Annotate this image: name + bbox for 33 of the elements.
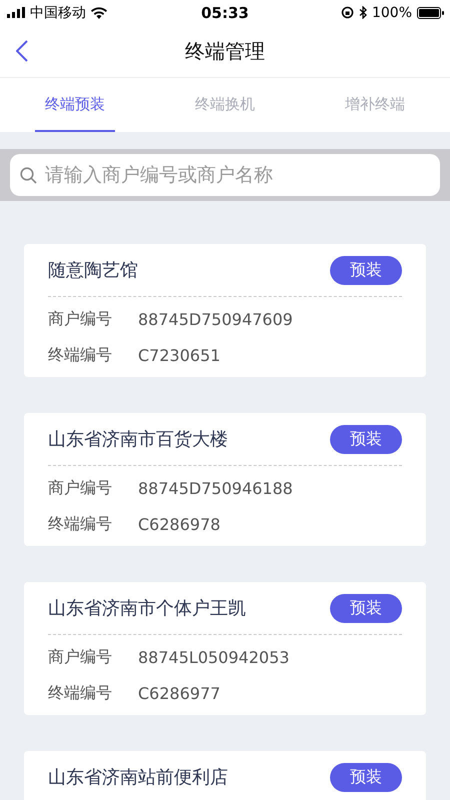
field-label: 商户编号 xyxy=(48,478,113,498)
battery-icon xyxy=(417,6,444,18)
field-value: C7230651 xyxy=(138,346,220,364)
field-value: 88745D750947609 xyxy=(138,310,293,328)
preinstall-button[interactable]: 预装 xyxy=(330,256,402,284)
field-value: 88745L050942053 xyxy=(138,648,290,666)
rotation-lock-icon xyxy=(340,6,354,19)
preinstall-button[interactable]: 预装 xyxy=(330,594,402,622)
field-label: 终端编号 xyxy=(48,344,113,366)
merchant-name: 随意陶艺馆 xyxy=(48,259,138,282)
preinstall-button[interactable]: 预装 xyxy=(330,762,402,792)
field-value: 88745D750946188 xyxy=(138,478,293,498)
field-label: 终端编号 xyxy=(48,682,113,704)
merchant-name: 山东省济南站前便利店 xyxy=(48,766,228,789)
field-label: 商户编号 xyxy=(48,646,113,668)
signal-icon xyxy=(7,7,25,18)
merchant-name: 山东省济南市百货大楼 xyxy=(48,428,228,451)
carrier-name: 中国移动 xyxy=(30,4,86,22)
search-icon xyxy=(20,167,37,184)
field-label: 商户编号 xyxy=(48,308,113,330)
page-title: 终端管理 xyxy=(185,38,265,64)
search-field[interactable]: 请输入商户编号或商户名称 xyxy=(10,154,440,196)
field-value: C6286978 xyxy=(138,514,220,534)
field-value: C6286977 xyxy=(138,684,220,702)
field-label: 终端编号 xyxy=(48,514,113,534)
tab[interactable]: 终端预装 xyxy=(35,78,115,132)
status-time: 05:33 xyxy=(201,4,249,22)
preinstall-button[interactable]: 预装 xyxy=(330,424,402,454)
merchant-name: 山东省济南市个体户王凯 xyxy=(48,597,246,620)
back-icon[interactable] xyxy=(16,40,28,62)
bluetooth-icon xyxy=(358,6,367,19)
battery-percent: 100% xyxy=(372,4,412,20)
wifi-icon xyxy=(91,6,107,18)
